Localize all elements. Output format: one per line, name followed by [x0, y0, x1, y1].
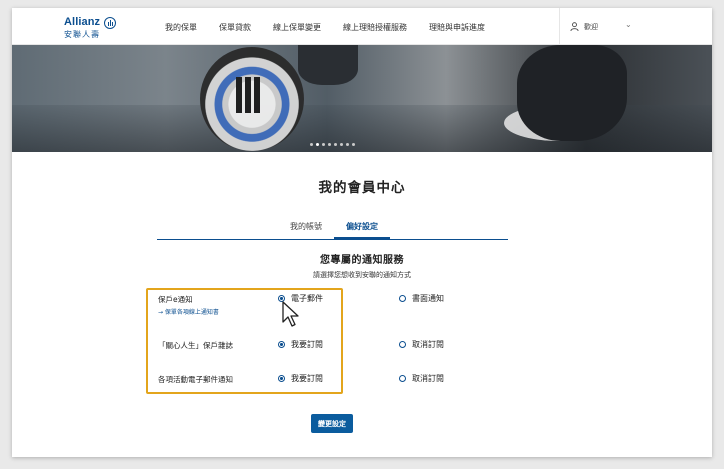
browser-page: Allianz 安聯人壽 我的保單 保單貸款 線上保單變更 線上理賠授權服務 理…	[12, 8, 712, 457]
carousel-dot[interactable]	[322, 143, 325, 146]
allianz-logo[interactable]: Allianz 安聯人壽	[64, 16, 116, 40]
nav-claim-progress[interactable]: 理賠與申訴進度	[429, 22, 485, 33]
save-settings-button[interactable]: 變更設定	[311, 414, 353, 433]
radio-button[interactable]	[399, 341, 406, 348]
hero-image-shoe	[200, 47, 304, 151]
radio-button[interactable]	[399, 375, 406, 382]
nav-policy-loan[interactable]: 保單貸款	[219, 22, 251, 33]
carousel-dot[interactable]	[352, 143, 355, 146]
active-tab-indicator	[334, 237, 390, 240]
chevron-down-icon[interactable]: ⌄	[625, 20, 632, 29]
hero-image-runner	[517, 45, 627, 141]
radio-event-unsubscribe[interactable]: 取消訂閱	[399, 373, 444, 384]
radio-button[interactable]	[278, 341, 285, 348]
radio-button[interactable]	[278, 375, 285, 382]
setting-label-event-email: 各項活動電子郵件通知	[158, 375, 233, 384]
carousel-dot[interactable]	[334, 143, 337, 146]
tab-my-account[interactable]: 我的帳號	[290, 221, 322, 232]
nav-online-policy-change[interactable]: 線上保單變更	[273, 22, 321, 33]
carousel-dot[interactable]	[346, 143, 349, 146]
tab-preferences[interactable]: 偏好設定	[346, 221, 378, 232]
section-title: 您專屬的通知服務	[320, 255, 404, 266]
carousel-dot[interactable]	[340, 143, 343, 146]
carousel-dot[interactable]	[310, 143, 313, 146]
radio-paper-notice[interactable]: 書面通知	[399, 293, 444, 304]
carousel-dot[interactable]	[316, 143, 319, 146]
mouse-cursor-icon	[282, 301, 299, 327]
carousel-dot[interactable]	[328, 143, 331, 146]
brand-name-zh: 安聯人壽	[64, 30, 100, 39]
page-title: 我的會員中心	[318, 180, 406, 196]
radio-magazine-subscribe[interactable]: 我要訂閱	[278, 339, 323, 350]
setting-label-magazine: 「關心人生」保戶雜誌	[158, 341, 233, 350]
hero-banner	[12, 45, 712, 152]
user-menu[interactable]: 歡迎 ⌄	[559, 8, 712, 45]
brand-name-en: Allianz	[64, 16, 101, 28]
site-header: Allianz 安聯人壽 我的保單 保單貸款 線上保單變更 線上理賠授權服務 理…	[12, 8, 712, 45]
user-icon	[570, 22, 579, 31]
setting-label-e-notice: 保戶e通知	[158, 295, 193, 304]
main-nav: 我的保單 保單貸款 線上保單變更 線上理賠授權服務 理賠與申訴進度	[165, 22, 507, 33]
nav-online-claim-authorization[interactable]: 線上理賠授權服務	[343, 22, 407, 33]
radio-button[interactable]	[399, 295, 406, 302]
section-subtitle: 請選擇您想收到安聯的通知方式	[313, 271, 411, 279]
carousel-dots[interactable]	[310, 143, 358, 146]
radio-event-subscribe[interactable]: 我要訂閱	[278, 373, 323, 384]
allianz-eagle-icon	[104, 17, 116, 29]
user-greeting: 歡迎	[584, 23, 598, 31]
setting-link-notices[interactable]: → 保單各項線上通知書	[158, 307, 219, 316]
nav-my-policies[interactable]: 我的保單	[165, 22, 197, 33]
tab-bar: 我的帳號 偏好設定	[157, 214, 508, 240]
radio-magazine-unsubscribe[interactable]: 取消訂閱	[399, 339, 444, 350]
